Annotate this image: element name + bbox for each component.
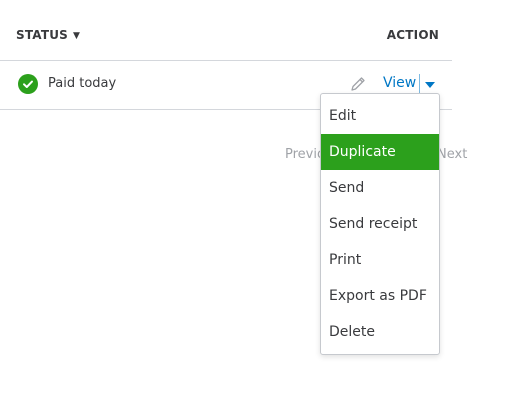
sort-down-icon: ▼ xyxy=(73,31,81,41)
menu-item-send-receipt[interactable]: Send receipt xyxy=(321,206,439,242)
caret-down-icon xyxy=(425,82,435,88)
action-dropdown-menu: Edit Duplicate Send Send receipt Print E… xyxy=(320,93,440,355)
status-column-label: STATUS xyxy=(16,28,69,42)
action-column-header: ACTION xyxy=(386,28,439,42)
menu-item-export-pdf[interactable]: Export as PDF xyxy=(321,278,439,314)
pencil-icon[interactable] xyxy=(348,74,368,94)
status-text: Paid today xyxy=(48,76,117,91)
menu-item-duplicate[interactable]: Duplicate xyxy=(321,134,439,170)
transactions-table-view: STATUS ▼ ACTION Paid today View Previous … xyxy=(0,0,510,396)
menu-item-send[interactable]: Send xyxy=(321,170,439,206)
menu-item-delete[interactable]: Delete xyxy=(321,314,439,350)
menu-item-print[interactable]: Print xyxy=(321,242,439,278)
more-actions-button[interactable] xyxy=(421,75,439,95)
menu-item-edit[interactable]: Edit xyxy=(321,98,439,134)
status-column-header[interactable]: STATUS ▼ xyxy=(16,28,80,42)
view-button[interactable]: View xyxy=(383,75,416,91)
next-page-link[interactable]: Next xyxy=(437,147,467,162)
check-circle-icon xyxy=(18,74,38,94)
table-header-row: STATUS ▼ ACTION xyxy=(0,0,452,61)
